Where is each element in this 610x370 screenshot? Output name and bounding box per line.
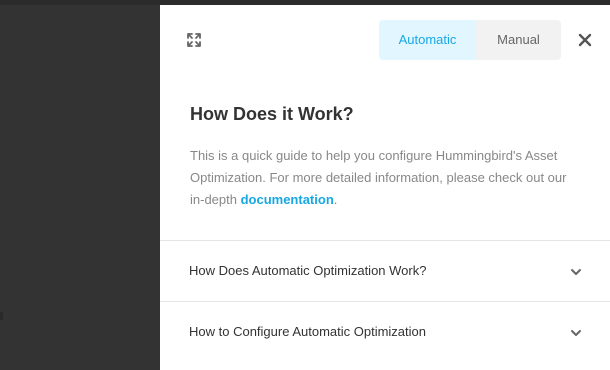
accordion-item-label: How to Configure Automatic Optimization (189, 324, 426, 339)
mode-toggle: Automatic Manual (379, 20, 561, 60)
accordion-item-automatic-optimization-work[interactable]: How Does Automatic Optimization Work? (160, 240, 610, 301)
modal-title: How Does it Work? (190, 104, 354, 124)
tab-automatic[interactable]: Automatic (379, 20, 476, 60)
modal-description: This is a quick guide to help you config… (190, 145, 582, 211)
description-period: . (333, 192, 338, 207)
chevron-down-icon (570, 266, 582, 278)
modal-header: Automatic Manual (160, 5, 610, 75)
tab-manual[interactable]: Manual (476, 20, 561, 60)
accordion-item-label: How Does Automatic Optimization Work? (189, 263, 427, 278)
close-icon[interactable] (577, 32, 593, 48)
chevron-down-icon (570, 327, 582, 339)
how-it-works-modal: Automatic Manual How Does it Work? This … (160, 5, 610, 370)
accordion-item-configure-automatic-optimization[interactable]: How to Configure Automatic Optimization (160, 301, 610, 362)
expand-icon[interactable] (186, 32, 202, 48)
documentation-link[interactable]: documentation (241, 192, 334, 207)
faq-accordion: How Does Automatic Optimization Work? Ho… (160, 240, 610, 362)
background-page-fragment (0, 312, 3, 320)
